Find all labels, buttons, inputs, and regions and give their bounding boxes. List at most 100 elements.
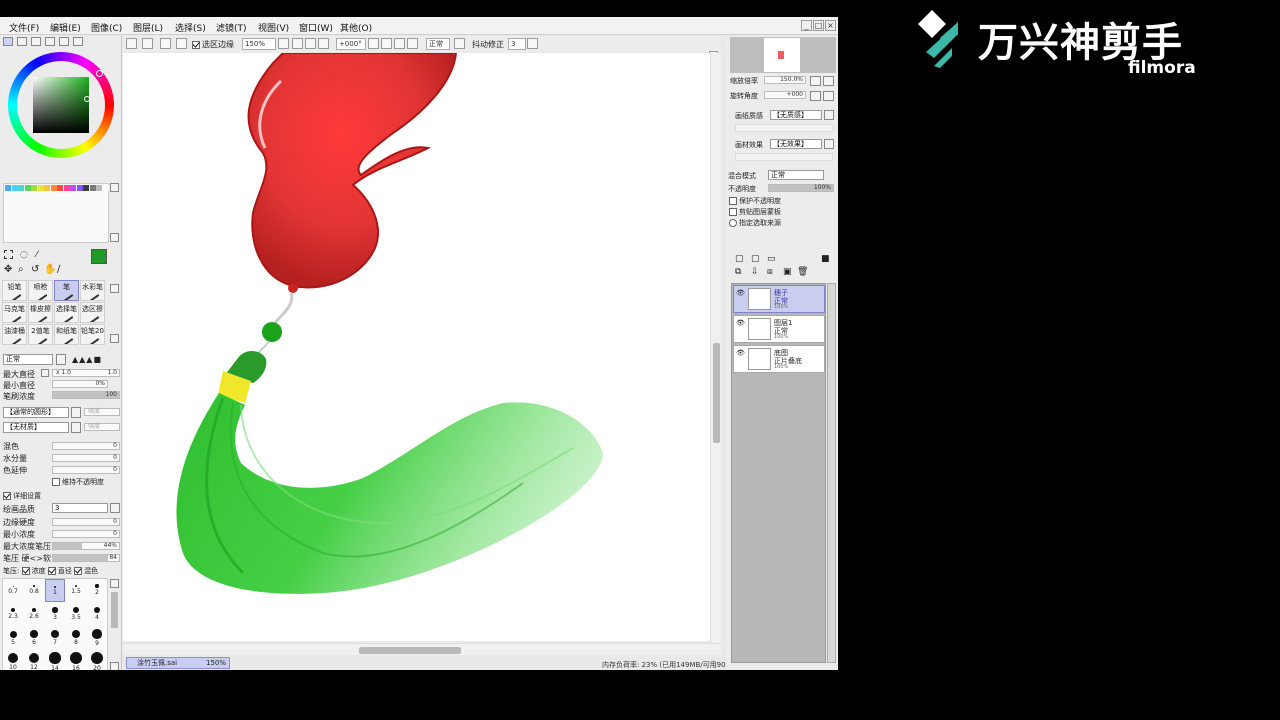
nav-angle-slider[interactable]: +000 <box>764 91 806 99</box>
brush-size-cell[interactable]: 7 <box>45 627 65 650</box>
saturation-value-square[interactable] <box>33 77 89 133</box>
lasso-icon[interactable]: ◌ <box>20 250 28 260</box>
nav-rotate-right-icon[interactable] <box>823 91 834 101</box>
tool-row2-3[interactable]: 选区擦 <box>80 302 105 323</box>
layer-panel-toggle-icon[interactable]: ■ <box>821 254 830 264</box>
swatch[interactable] <box>50 185 57 191</box>
show-selection-icon[interactable] <box>176 38 187 49</box>
brush-shape-dropdown-icon[interactable] <box>71 407 81 418</box>
brush-size-cell[interactable]: 2.6 <box>24 603 44 626</box>
clear-layer-icon[interactable]: ▣ <box>783 267 792 277</box>
color-wheel-mode-icon[interactable] <box>3 37 13 46</box>
brush-size-cell[interactable]: 8 <box>66 627 86 650</box>
nav-zoom-out-icon[interactable] <box>810 76 821 86</box>
mixer-mode-icon[interactable] <box>45 37 55 46</box>
quality-select[interactable]: 3 <box>52 503 108 513</box>
navigator-preview[interactable] <box>730 37 836 73</box>
tool-row3-1[interactable]: 2值笔 <box>28 324 53 345</box>
swatch[interactable] <box>18 185 24 191</box>
swatch-scroll-up-icon[interactable] <box>110 183 119 192</box>
tool-scroll-up-icon[interactable] <box>110 284 119 293</box>
tool-row1-2[interactable]: 笔 <box>54 280 79 301</box>
move-icon[interactable]: ✥ <box>4 264 12 275</box>
paper-texture-strength-slider[interactable] <box>735 124 833 132</box>
swatch-scroll-down-icon[interactable] <box>110 233 119 242</box>
brush-blend-dropdown-icon[interactable] <box>56 354 66 365</box>
brush-texture-dropdown-icon[interactable] <box>71 422 81 433</box>
swatch[interactable] <box>44 185 50 191</box>
menu-image[interactable]: 图像(C) <box>91 21 122 34</box>
brush-size-cell[interactable]: 9 <box>87 627 107 650</box>
detail-settings-checkbox[interactable]: 详细设置 <box>3 491 41 501</box>
layer-item[interactable]: 👁 底图 正片叠底 100% <box>733 345 825 373</box>
tool-row3-2[interactable]: 和纸笔 <box>54 324 79 345</box>
vertical-scroll-thumb[interactable] <box>713 343 720 443</box>
brush-size-cell[interactable]: 1.5 <box>66 579 86 602</box>
close-button[interactable]: × <box>825 20 836 31</box>
size-scroll-down-icon[interactable] <box>110 662 119 670</box>
size-scroll-up-icon[interactable] <box>110 579 119 588</box>
tool-scroll-down-icon[interactable] <box>110 334 119 343</box>
rotate-icon[interactable]: ↺ <box>31 264 39 275</box>
zoom-icon[interactable]: ⌕ <box>18 264 24 275</box>
new-folder-icon[interactable]: ▭ <box>767 254 776 264</box>
stabilizer-field[interactable]: 3 <box>508 38 526 50</box>
zoom-in-icon[interactable] <box>305 38 316 49</box>
invert-select-icon[interactable] <box>160 38 171 49</box>
density-slider[interactable]: 100 <box>52 391 120 399</box>
pressure-mix-checkbox[interactable]: 混色 <box>74 567 98 575</box>
brush-size-cell[interactable]: 2 <box>87 579 107 602</box>
tool-row2-1[interactable]: 橡皮擦 <box>28 302 53 323</box>
new-layer-icon[interactable]: ▢ <box>735 254 744 264</box>
brush-size-cell[interactable]: 1 <box>45 579 65 602</box>
swatch[interactable] <box>76 185 83 191</box>
tool-row2-0[interactable]: 马克笔 <box>2 302 27 323</box>
hand-icon[interactable]: ✋ <box>44 264 56 275</box>
brush-size-cell[interactable]: 3.5 <box>66 603 86 626</box>
tool-row3-0[interactable]: 油漆桶 <box>2 324 27 345</box>
pressure-density-checkbox[interactable]: 浓度 <box>21 567 46 575</box>
eyedropper-icon[interactable]: ∕ <box>57 264 60 275</box>
tool-row1-0[interactable]: 铅笔 <box>2 280 27 301</box>
rotate-reset-icon[interactable] <box>407 38 418 49</box>
color-swatches[interactable] <box>3 183 109 243</box>
minimize-button[interactable]: _ <box>801 20 812 31</box>
menu-edit[interactable]: 编辑(E) <box>50 21 81 34</box>
edge-hardness-slider[interactable]: 0 <box>52 518 120 526</box>
magic-wand-icon[interactable]: ⁄ <box>36 250 38 260</box>
menu-file[interactable]: 文件(F) <box>9 21 39 34</box>
primary-color-swatch[interactable] <box>91 249 107 264</box>
hsv-slider-mode-icon[interactable] <box>31 37 41 46</box>
tool-row1-1[interactable]: 喷枪 <box>28 280 53 301</box>
nav-zoom-slider[interactable]: 150.0% <box>764 76 806 84</box>
min-density-slider[interactable]: 0 <box>52 530 120 538</box>
menu-filter[interactable]: 滤镜(T) <box>216 21 247 34</box>
brush-size-cell[interactable]: 10 <box>3 651 23 670</box>
new-vector-layer-icon[interactable]: ▢ <box>751 254 760 264</box>
color-wheel[interactable] <box>8 52 114 158</box>
canvas-horizontal-scrollbar[interactable] <box>123 643 721 655</box>
brush-size-cell[interactable]: 2.3 <box>3 603 23 626</box>
paper-effect-select[interactable]: 【无效果】 <box>770 139 822 149</box>
brush-size-cell[interactable]: 0.7 <box>3 579 23 602</box>
zoom-dropdown-icon[interactable] <box>278 38 289 49</box>
brush-tip-shapes[interactable]: ▲▲▲■ <box>72 355 120 364</box>
brush-texture-select[interactable]: 【无材质】 <box>3 422 69 433</box>
swatch[interactable] <box>11 185 18 191</box>
opacity-slider[interactable]: 100% <box>768 184 834 192</box>
tool-row2-2[interactable]: 选择笔 <box>54 302 79 323</box>
swatch[interactable] <box>83 185 89 191</box>
swatch[interactable] <box>102 185 109 191</box>
shape-strength-slider[interactable]: 强度 <box>84 408 120 416</box>
paper-effect-strength-slider[interactable] <box>735 153 833 161</box>
transfer-down-icon[interactable]: ⇩ <box>751 267 759 277</box>
nav-zoom-in-icon[interactable] <box>823 76 834 86</box>
max-pressure-slider[interactable]: 44% <box>52 542 120 550</box>
document-tab[interactable]: 涂竹玉佩.sai 150% <box>126 657 230 669</box>
maximize-button[interactable]: □ <box>813 20 824 31</box>
brush-size-cell[interactable]: 6 <box>24 627 44 650</box>
merge-down-icon[interactable]: ⧈ <box>767 267 773 277</box>
select-source-checkbox[interactable]: 指定选取来源 <box>729 218 781 228</box>
tool-row3-3[interactable]: 铅笔20 <box>80 324 105 345</box>
keep-opacity-checkbox[interactable]: 维持不透明度 <box>52 477 104 487</box>
